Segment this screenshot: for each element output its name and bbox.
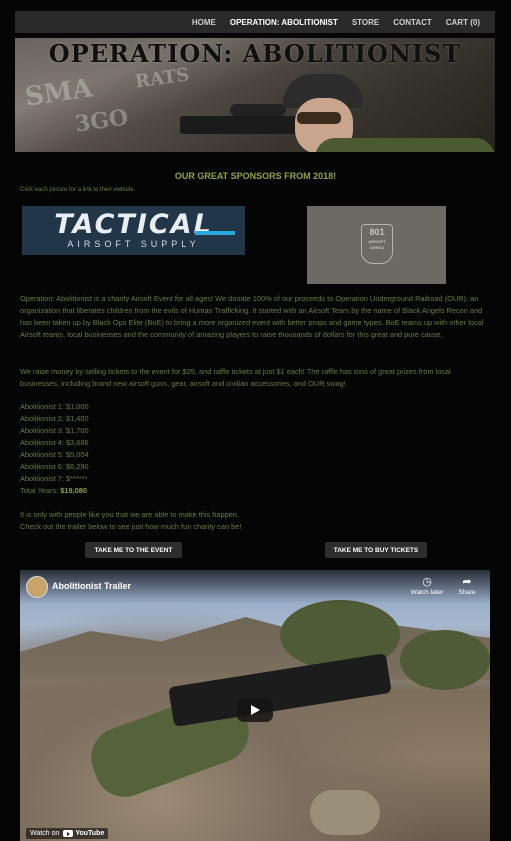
video-title[interactable]: Abolitionist Trailer [52,581,131,591]
play-button[interactable] [237,698,273,722]
total-years-label: Total Years: [20,486,61,495]
nav-contact[interactable]: CONTACT [393,18,432,27]
banner-title: OPERATION: ABOLITIONIST [48,39,462,68]
tactical-logo-subtext: AIRSOFT SUPPLY [67,239,200,249]
list-item: Abolitionist 1: $1,000 [20,402,89,411]
youtube-icon [63,830,74,837]
list-item: Abolitionist 7: $****** [20,474,88,483]
tactical-logo-text: TACTICAL [54,209,213,240]
list-item: Abolitionist 3: $1,700 [20,426,89,435]
sponsors-note: Click each picture for a link to their w… [20,187,134,193]
total-years: Total Years: $19,080 [20,485,89,497]
list-item: Abolitionist 4: $3,686 [20,438,89,447]
nav-operation-abolitionist[interactable]: OPERATION: ABOLITIONIST [230,18,338,27]
list-item: Abolitionist 2: $1,400 [20,414,89,423]
video-bush [400,630,490,690]
video-embed[interactable]: Abolitionist Trailer ◷ Watch later ➦ Sha… [20,570,490,841]
video-glove [310,790,380,835]
youtube-label: YouTube [75,830,105,837]
scope-image [230,104,286,116]
person-glasses [297,112,341,124]
watch-later-button[interactable]: ◷ Watch later [407,576,447,596]
logo-stripe [195,231,235,235]
clock-icon: ◷ [422,576,432,588]
nav-cart[interactable]: CART (0) [446,18,480,27]
sponsor-tactical-airsoft-logo[interactable]: TACTICAL AIRSOFT SUPPLY [22,206,245,255]
thanks-line-1: It is only with people like you that we … [20,510,239,519]
take-me-to-event-button[interactable]: TAKE ME TO THE EVENT [85,542,182,558]
nav-store[interactable]: STORE [352,18,379,27]
about-paragraph: Operation: Abolitionist is a charity Air… [20,294,484,339]
shield-icon: 801 AIRSOFT ARENA [361,224,393,264]
sponsors-heading: OUR GREAT SPONSORS FROM 2018! [174,171,337,181]
thanks-paragraph: It is only with people like you that we … [20,509,490,533]
share-button[interactable]: ➦ Share [447,576,487,596]
watch-later-label: Watch later [410,589,444,596]
youtube-logo: YouTube [63,830,104,837]
totals-list: Abolitionist 1: $1,000 Abolitionist 2: $… [20,401,89,497]
list-item: Abolitionist 5: $5,004 [20,450,89,459]
share-label: Share [458,589,476,596]
hero-banner: SMA 3GO RATS OPERATION: ABOLITIONIST [15,38,495,152]
nav-home[interactable]: HOME [192,18,216,27]
list-item: Abolitionist 6: $6,290 [20,462,89,471]
watch-on-label: Watch on [30,830,60,837]
watch-on-youtube-link[interactable]: Watch on YouTube [26,828,109,839]
thanks-line-2: Check out the trailer below to see just … [20,522,242,531]
tickets-paragraph: We raise money by selling tickets to the… [20,367,451,388]
logo-801-subtext: AIRSOFT ARENA [368,239,386,250]
buy-tickets-button[interactable]: TAKE ME TO BUY TICKETS [325,542,427,558]
person-body [315,138,495,152]
sponsor-801-airsoft-logo[interactable]: 801 AIRSOFT ARENA [307,206,446,284]
total-years-value: $19,080 [60,486,87,495]
logo-801-text: 801 [369,227,385,237]
channel-avatar[interactable] [26,576,48,598]
play-icon [250,705,260,715]
top-nav: HOME OPERATION: ABOLITIONIST STORE CONTA… [15,11,495,33]
share-icon: ➦ [462,576,472,588]
